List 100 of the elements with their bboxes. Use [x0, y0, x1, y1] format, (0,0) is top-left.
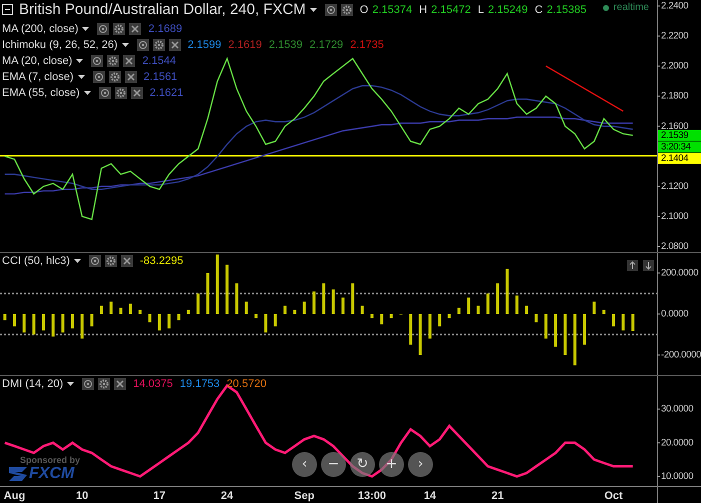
chart-nav-button[interactable]: −	[321, 452, 346, 477]
histogram-bar	[42, 314, 45, 330]
indicator-value: 14.0375	[133, 378, 173, 390]
gear-icon[interactable]	[113, 23, 126, 35]
gear-icon[interactable]	[152, 39, 165, 51]
caret-icon[interactable]	[310, 8, 317, 12]
histogram-bar	[226, 264, 229, 314]
eye-icon[interactable]	[136, 39, 149, 51]
gear-icon[interactable]	[340, 4, 353, 16]
close-icon[interactable]	[129, 23, 142, 35]
indicator-value: 19.1753	[180, 378, 220, 390]
histogram-bar	[61, 314, 64, 332]
axis-label: 2.2000	[661, 60, 688, 72]
eye-icon[interactable]	[324, 4, 337, 16]
axis-label: 10	[76, 490, 88, 502]
histogram-bar	[254, 314, 258, 318]
ohlc-value: 2.15374	[372, 4, 412, 16]
indicator-value: 2.1621	[150, 87, 184, 99]
indicator-name: EMA (7, close)	[2, 71, 74, 83]
histogram-bar	[360, 306, 364, 314]
histogram-bar	[110, 302, 113, 314]
close-icon[interactable]	[130, 87, 143, 99]
histogram-bar	[3, 314, 6, 320]
ohlc-label: H	[419, 4, 428, 16]
histogram-bar	[370, 314, 374, 318]
sponsor-caption: Sponsored by	[20, 455, 80, 465]
indicator-name: Ichimoku (9, 26, 52, 26)	[2, 39, 118, 51]
histogram-bar	[148, 314, 152, 322]
gear-icon[interactable]	[98, 378, 110, 390]
caret-icon[interactable]	[78, 75, 85, 79]
caret-icon[interactable]	[67, 382, 74, 386]
axis-label: 2.1600	[661, 120, 688, 132]
indicator-name: DMI (14, 20)	[2, 378, 64, 390]
gear-icon[interactable]	[114, 87, 127, 99]
histogram-bar	[293, 310, 296, 314]
axis-label: 30.0000	[661, 404, 694, 415]
indicator-name: EMA (55, close)	[2, 87, 80, 99]
axis-label: 2.2400	[661, 0, 688, 12]
histogram-bar	[302, 302, 306, 314]
histogram-bar	[264, 314, 268, 332]
indicator-value: 2.1689	[148, 23, 182, 35]
up-arrow-icon[interactable]	[627, 260, 638, 271]
indicator-value: 2.1539	[268, 39, 303, 51]
histogram-bar	[342, 298, 344, 314]
caret-icon[interactable]	[122, 43, 129, 47]
indicator-value: -83.2295	[140, 255, 184, 267]
histogram-bar	[322, 283, 326, 314]
axis-label: 2.1800	[661, 90, 688, 102]
caret-icon[interactable]	[82, 27, 90, 31]
histogram-bar	[438, 314, 442, 326]
eye-icon[interactable]	[91, 55, 104, 67]
collapse-icon[interactable]	[2, 4, 13, 15]
close-icon[interactable]	[123, 55, 136, 67]
caret-icon[interactable]	[84, 91, 91, 95]
eye-icon[interactable]	[82, 378, 94, 390]
chart-nav-button[interactable]: +	[379, 452, 404, 477]
histogram-bar	[631, 314, 634, 332]
histogram-bar	[448, 314, 451, 318]
histogram-bar	[332, 289, 335, 314]
histogram-bar	[592, 302, 596, 314]
ohlc-label: L	[478, 4, 484, 16]
close-icon[interactable]	[168, 39, 181, 51]
histogram-bar	[119, 308, 122, 314]
axis-label: Aug	[4, 490, 26, 502]
axis-label: 13:00	[358, 490, 386, 502]
down-arrow-icon[interactable]	[643, 260, 654, 271]
indicator-value: 2.1619	[228, 39, 262, 51]
histogram-bar	[244, 302, 248, 314]
close-icon[interactable]	[114, 378, 126, 390]
eye-icon[interactable]	[97, 23, 110, 35]
histogram-bar	[22, 314, 26, 332]
gear-icon[interactable]	[104, 255, 117, 267]
logo-text: FXCM	[29, 465, 74, 483]
caret-icon[interactable]	[76, 59, 84, 63]
axis-label: 17	[153, 490, 166, 502]
chart-nav-button[interactable]: ↻	[350, 452, 375, 477]
gear-icon[interactable]	[108, 71, 121, 83]
chart-title: British Pound/Australian Dollar, 240, FXCM	[19, 1, 306, 18]
histogram-bar	[496, 283, 500, 314]
histogram-bar	[70, 314, 74, 328]
histogram-bar	[351, 283, 354, 314]
histogram-bar	[612, 314, 616, 326]
histogram-bar	[602, 310, 606, 314]
indicator-value: 20.5720	[226, 378, 266, 390]
histogram-bar	[168, 314, 171, 328]
eye-icon[interactable]	[92, 71, 105, 83]
ohlc-label: C	[534, 4, 543, 16]
chart-nav-button[interactable]: ‹	[292, 452, 317, 477]
close-icon[interactable]	[120, 255, 133, 267]
indicator-name: CCI (50, hlc3)	[2, 255, 70, 267]
chart-nav-button[interactable]: ›	[408, 452, 433, 477]
caret-icon[interactable]	[74, 259, 81, 263]
close-icon[interactable]	[124, 71, 137, 83]
gear-icon[interactable]	[107, 55, 120, 67]
eye-icon[interactable]	[88, 255, 101, 267]
histogram-bar	[418, 314, 422, 355]
indicator-name: MA (200, close)	[2, 23, 78, 35]
histogram-bar	[52, 314, 55, 337]
axis-label: Sep	[294, 490, 314, 502]
eye-icon[interactable]	[98, 87, 111, 99]
